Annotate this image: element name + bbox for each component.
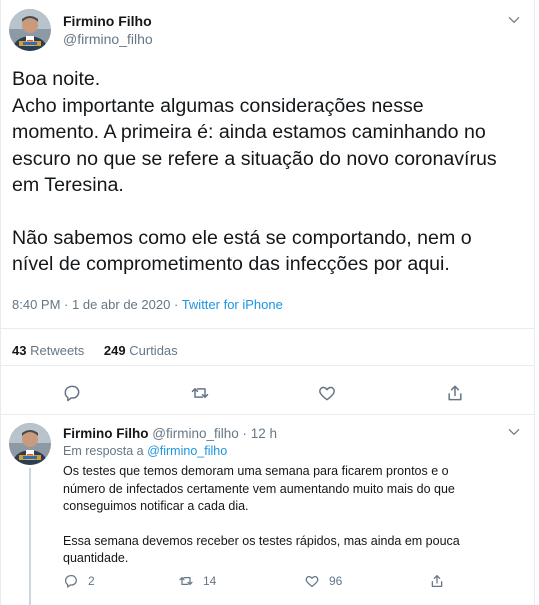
divider <box>1 365 535 366</box>
reply-text-line: Essa semana devemos receber os testes rá… <box>63 533 460 548</box>
divider <box>1 414 535 415</box>
chevron-down-icon[interactable] <box>507 13 521 27</box>
tweet-text: Boa noite. Acho importante algumas consi… <box>12 66 532 278</box>
retweets-label: Retweets <box>30 343 85 358</box>
retweets-count: 43 <box>12 343 27 358</box>
reply-prefix: Em resposta a <box>63 444 144 458</box>
reply-actions: 2 14 96 <box>63 572 523 592</box>
reply-action[interactable]: 2 <box>63 572 95 590</box>
retweet-action[interactable]: 14 <box>178 572 216 590</box>
reply-context: Em resposta a @firmino_filho <box>63 444 227 458</box>
author-name[interactable]: Firmino Filho <box>63 426 149 441</box>
like-action[interactable]: 96 <box>304 572 342 590</box>
likes-count: 96 <box>329 574 343 588</box>
tweet-date[interactable]: 1 de abr de 2020 <box>72 297 170 312</box>
reply-header: Firmino Filho @firmino_filho · 12 h <box>63 426 277 441</box>
retweet-arrows-icon[interactable] <box>190 383 210 403</box>
tweet-metadata: 8:40 PM · 1 de abr de 2020 · Twitter for… <box>12 297 283 312</box>
share-upload-icon[interactable] <box>445 383 465 403</box>
heart-icon <box>305 575 319 587</box>
tweet-source-link[interactable]: Twitter for iPhone <box>182 297 283 312</box>
divider <box>1 328 535 329</box>
share-upload-icon <box>431 575 443 587</box>
author-name[interactable]: Firmino Filho <box>63 13 152 29</box>
speech-bubble-icon[interactable] <box>62 383 82 403</box>
tweet-text-line: momento. A primeira é: ainda estamos cam… <box>12 121 486 143</box>
tweet-text-line: Acho importante algumas considerações ne… <box>12 94 424 117</box>
likes-stat[interactable]: 249 Curtidas <box>104 343 178 358</box>
avatar[interactable] <box>9 9 51 51</box>
tweet-time-ago[interactable]: 12 h <box>251 426 277 441</box>
tweet-text-line: nível de comprometimento das infecções p… <box>12 253 450 275</box>
author-handle[interactable]: @firmino_filho <box>152 426 238 441</box>
avatar[interactable] <box>9 423 51 465</box>
separator-dot: · <box>242 426 248 441</box>
retweets-stat[interactable]: 43 Retweets <box>12 343 84 358</box>
separator-dot: · <box>64 297 69 312</box>
retweets-count: 14 <box>203 574 217 588</box>
heart-icon[interactable] <box>317 383 337 403</box>
thread-connector-line <box>29 468 31 605</box>
tweet-text-line: escuro no que se refere a situação do no… <box>12 147 497 170</box>
tweet-thread: Firmino Filho @firmino_filho Boa noite. … <box>0 0 535 605</box>
tweet-text-line: em Teresina. <box>12 174 124 196</box>
retweet-arrows-icon <box>179 577 193 585</box>
engagement-stats: 43 Retweets 249 Curtidas <box>12 343 194 358</box>
reply-text-line: quantidade. <box>63 551 129 566</box>
speech-bubble-icon <box>65 575 77 588</box>
tweet-time[interactable]: 8:40 PM <box>12 297 60 312</box>
author-handle[interactable]: @firmino_filho <box>63 31 153 47</box>
likes-label: Curtidas <box>129 343 178 358</box>
tweet-actions <box>0 380 535 406</box>
reply-text-line: número de infectados certamente vem aume… <box>63 481 455 496</box>
reply-text-line: Os testes que temos demoram uma semana p… <box>63 464 449 478</box>
reply-text-line: conseguimos notificar a cada dia. <box>63 499 249 514</box>
chevron-down-icon[interactable] <box>507 425 521 439</box>
separator-dot: · <box>173 297 179 312</box>
likes-count: 249 <box>103 343 126 358</box>
tweet-text-line: Não sabemos como ele está se comportando… <box>12 226 472 249</box>
reply-to-handle[interactable]: @firmino_filho <box>147 444 227 458</box>
share-action[interactable] <box>429 572 454 590</box>
tweet-text-line: Boa noite. <box>12 68 101 90</box>
replies-count: 2 <box>88 574 95 588</box>
reply-text: Os testes que temos demoram uma semana p… <box>63 463 523 568</box>
timeline-left-border <box>0 0 1 605</box>
